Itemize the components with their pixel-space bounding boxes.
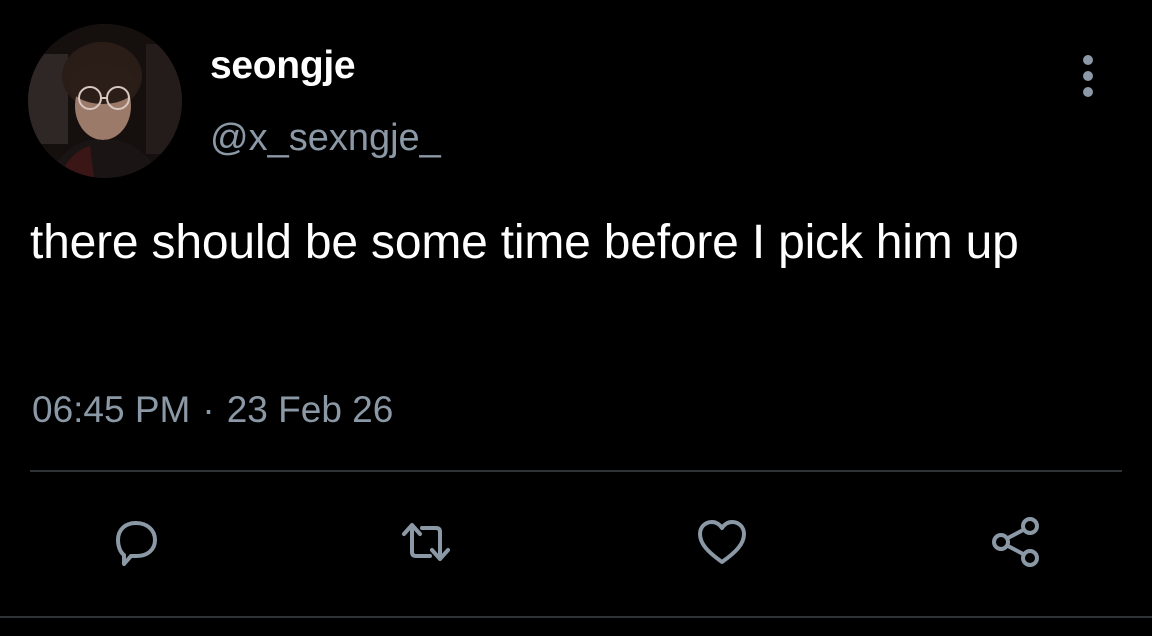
reply-icon: [116, 521, 157, 566]
tweet-date: 23 Feb 26: [226, 389, 394, 430]
timestamp-separator: ·: [202, 389, 215, 430]
bottom-separator: [0, 616, 1152, 636]
avatar-photo: [28, 24, 182, 178]
divider: [30, 470, 1122, 472]
tweet-text: there should be some time before I pick …: [30, 216, 1019, 269]
user-handle[interactable]: @x_sexngje_: [210, 116, 441, 160]
tweet-time: 06:45 PM: [32, 389, 191, 430]
heart-icon: [698, 520, 746, 564]
share-button[interactable]: [984, 510, 1048, 574]
retweet-icon: [402, 523, 450, 561]
tweet-timestamp: 06:45 PM · 23 Feb 26: [32, 388, 393, 432]
more-vertical-icon: [1083, 55, 1093, 97]
action-bar: [0, 510, 1152, 580]
reply-button[interactable]: [104, 510, 168, 574]
display-name[interactable]: seongje: [210, 44, 356, 88]
share-icon: [992, 517, 1039, 567]
avatar[interactable]: [28, 24, 182, 178]
more-options-button[interactable]: [1070, 52, 1106, 100]
tweet-card: seongje @x_sexngje_ there should be some…: [0, 0, 1152, 636]
like-button[interactable]: [690, 510, 754, 574]
retweet-button[interactable]: [394, 510, 458, 574]
